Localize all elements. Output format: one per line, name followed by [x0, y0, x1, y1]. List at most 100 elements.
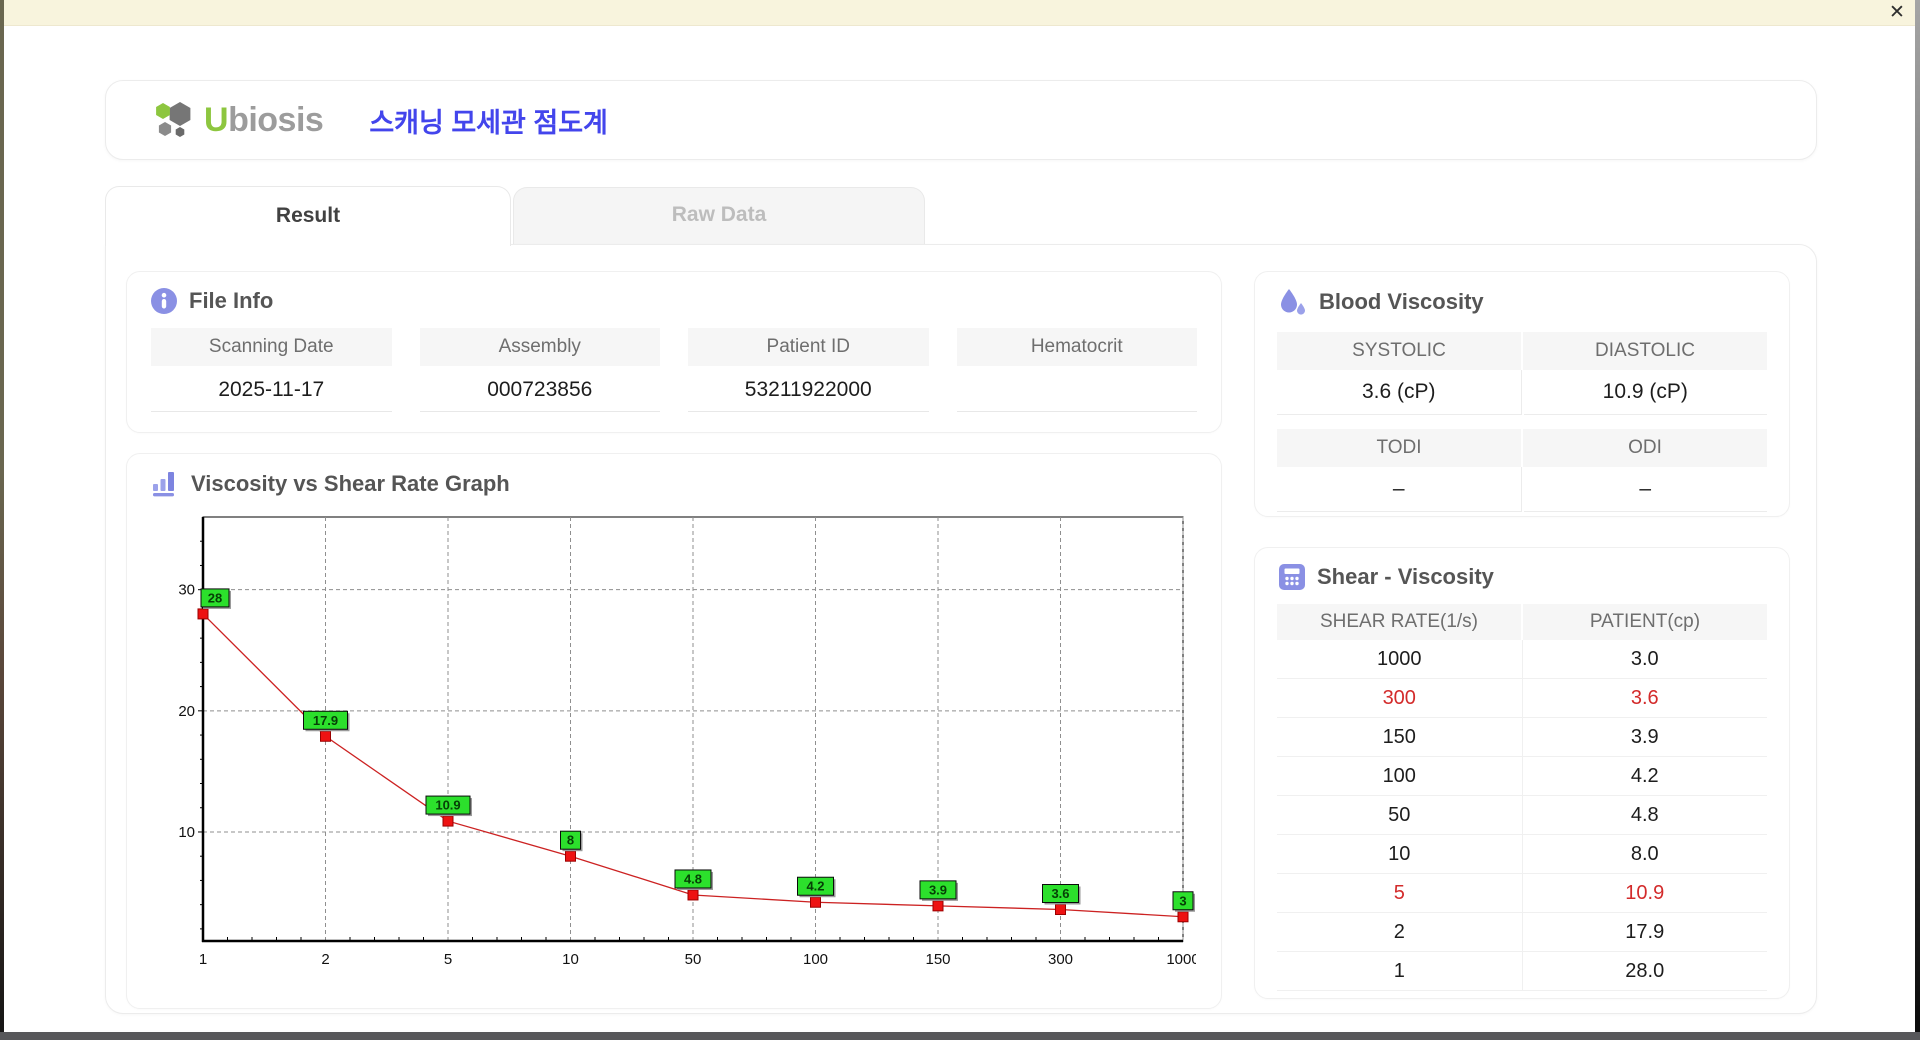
cell-shear-rate: 300 — [1277, 679, 1523, 717]
svg-text:10: 10 — [178, 824, 195, 841]
blood-viscosity-card: Blood Viscosity SYSTOLIC DIASTOLIC 3.6 (cP… — [1254, 271, 1790, 517]
table-row: 1 28.0 — [1277, 952, 1767, 991]
calculator-icon — [1279, 564, 1305, 590]
svg-text:10.9: 10.9 — [435, 798, 460, 813]
table-row: 150 3.9 — [1277, 718, 1767, 757]
svg-text:4.2: 4.2 — [806, 879, 824, 894]
cell-shear-rate: 150 — [1277, 718, 1523, 756]
svg-text:20: 20 — [178, 703, 195, 720]
bv-value: 3.6 (cP) — [1277, 370, 1522, 415]
table-row: 100 4.2 — [1277, 757, 1767, 796]
cell-shear-rate: 2 — [1277, 913, 1523, 951]
cell-patient: 3.0 — [1630, 647, 1659, 670]
svg-text:150: 150 — [925, 951, 950, 968]
svg-text:100: 100 — [803, 951, 828, 968]
tab-raw-data[interactable]: Raw Data — [513, 187, 925, 244]
table-row: 50 4.8 — [1277, 796, 1767, 835]
file-info-field: Assembly 000723856 — [419, 328, 660, 412]
viscosity-chart: 10 20 30 1 2 5 10 50 100 150 300 1000 28 17.9 10.9 8 4.8… — [178, 516, 1200, 968]
field-value: 000723856 — [419, 368, 660, 412]
svg-text:3: 3 — [1179, 893, 1186, 908]
logo-letter-u: U — [204, 100, 229, 139]
svg-text:10: 10 — [562, 951, 579, 968]
bv-label: TODI — [1277, 429, 1521, 467]
shear-viscosity-title: Shear - Viscosity — [1317, 564, 1494, 589]
column-header-patient: PATIENT(cp) — [1523, 604, 1767, 640]
blood-viscosity-title-row: Blood Viscosity — [1255, 272, 1789, 316]
logo-rest: biosis — [228, 100, 324, 139]
graph-title-row: Viscosity vs Shear Rate Graph — [127, 454, 1221, 497]
shear-viscosity-card: Shear - Viscosity SHEAR RATE(1/s) PATIEN… — [1254, 547, 1790, 999]
svg-text:4.8: 4.8 — [684, 871, 702, 886]
window-edge-bottom — [0, 1032, 1920, 1040]
field-label: Patient ID — [688, 328, 929, 366]
field-value: 53211922000 — [688, 368, 929, 412]
close-icon[interactable]: ✕ — [1884, 1, 1910, 25]
field-label: Scanning Date — [151, 328, 392, 366]
viscosity-graph-card: Viscosity vs Shear Rate Graph 10 20 30 1 2 5 1… — [126, 453, 1222, 1009]
bv-value-row: 3.6 (cP) 10.9 (cP) — [1277, 370, 1767, 415]
bv-label: ODI — [1523, 429, 1767, 467]
svg-text:8: 8 — [567, 833, 574, 848]
file-info-title-row: File Info — [127, 272, 1221, 314]
cell-patient: 10.9 — [1625, 881, 1665, 904]
bv-label: SYSTOLIC — [1277, 332, 1521, 370]
file-info-field: Patient ID 53211922000 — [688, 328, 929, 412]
bv-value: 10.9 (cP) — [1523, 370, 1767, 415]
ubiosis-logo: Ubiosis — [152, 100, 324, 140]
cell-patient: 28.0 — [1625, 959, 1665, 982]
bv-value: – — [1277, 467, 1522, 512]
cell-patient: 3.9 — [1630, 725, 1659, 748]
blood-viscosity-title: Blood Viscosity — [1319, 289, 1484, 314]
file-info-field: Scanning Date 2025-11-17 — [151, 328, 392, 412]
window-edge-right — [1915, 0, 1920, 1040]
bv-label: DIASTOLIC — [1523, 332, 1767, 370]
field-label: Hematocrit — [956, 328, 1197, 366]
table-row: 10 8.0 — [1277, 835, 1767, 874]
column-header-shear-rate: SHEAR RATE(1/s) — [1277, 604, 1521, 640]
svg-text:30: 30 — [178, 582, 195, 599]
svg-text:50: 50 — [685, 951, 702, 968]
chart-area: 10 20 30 1 2 5 10 50 100 150 300 1000 28 17.9 10.9 8 4.8… — [127, 497, 1221, 988]
cell-patient: 8.0 — [1630, 842, 1659, 865]
bv-header-row: TODI ODI — [1277, 429, 1767, 467]
file-info-title: File Info — [189, 288, 274, 313]
svg-text:1: 1 — [199, 951, 207, 968]
table-row: 5 10.9 — [1277, 874, 1767, 913]
cell-patient: 4.8 — [1630, 803, 1659, 826]
svg-text:1000: 1000 — [1166, 951, 1196, 968]
bar-chart-icon — [153, 472, 174, 497]
svg-text:2: 2 — [321, 951, 329, 968]
svg-text:17.9: 17.9 — [313, 713, 338, 728]
file-info-card: File Info Scanning Date 2025-11-17 Assembl… — [126, 271, 1222, 433]
cell-patient: 4.2 — [1630, 764, 1659, 787]
table-row: 300 3.6 — [1277, 679, 1767, 718]
cell-patient: 3.6 — [1630, 686, 1659, 709]
cell-shear-rate: 5 — [1277, 874, 1523, 912]
shear-viscosity-title-row: Shear - Viscosity — [1255, 548, 1789, 590]
cell-shear-rate: 100 — [1277, 757, 1523, 795]
shear-table-header: SHEAR RATE(1/s) PATIENT(cp) — [1277, 604, 1767, 640]
graph-title: Viscosity vs Shear Rate Graph — [191, 470, 510, 496]
table-row: 1000 3.0 — [1277, 640, 1767, 679]
cell-shear-rate: 50 — [1277, 796, 1523, 834]
svg-text:28: 28 — [208, 590, 222, 605]
bv-group: SYSTOLIC DIASTOLIC 3.6 (cP) 10.9 (cP) — [1277, 332, 1767, 415]
window-title-bar: ✕ — [0, 0, 1920, 26]
blood-viscosity-grid: SYSTOLIC DIASTOLIC 3.6 (cP) 10.9 (cP) TODI OD… — [1255, 316, 1789, 512]
bv-group: TODI ODI – – — [1277, 429, 1767, 512]
table-row: 2 17.9 — [1277, 913, 1767, 952]
cell-patient: 17.9 — [1625, 920, 1665, 943]
field-label: Assembly — [419, 328, 660, 366]
app-header: Ubiosis 스캐닝 모세관 점도계 — [105, 80, 1817, 160]
svg-text:3.6: 3.6 — [1051, 886, 1069, 901]
shear-table: SHEAR RATE(1/s) PATIENT(cp) 1000 3.0 300 3.… — [1277, 604, 1767, 991]
file-info-fields: Scanning Date 2025-11-17 Assembly 000723856… — [127, 314, 1221, 412]
file-info-field: Hematocrit — [956, 328, 1197, 412]
info-icon — [151, 288, 177, 314]
logo-text: Ubiosis — [204, 100, 324, 140]
shear-table-body: 1000 3.0 300 3.6 150 3.9 100 4.2 50 4.8 10 8.0 5 10.9… — [1277, 640, 1767, 991]
tab-result[interactable]: Result — [105, 186, 511, 246]
page-title: 스캐닝 모세관 점도계 — [369, 107, 608, 138]
cell-shear-rate: 10 — [1277, 835, 1523, 873]
